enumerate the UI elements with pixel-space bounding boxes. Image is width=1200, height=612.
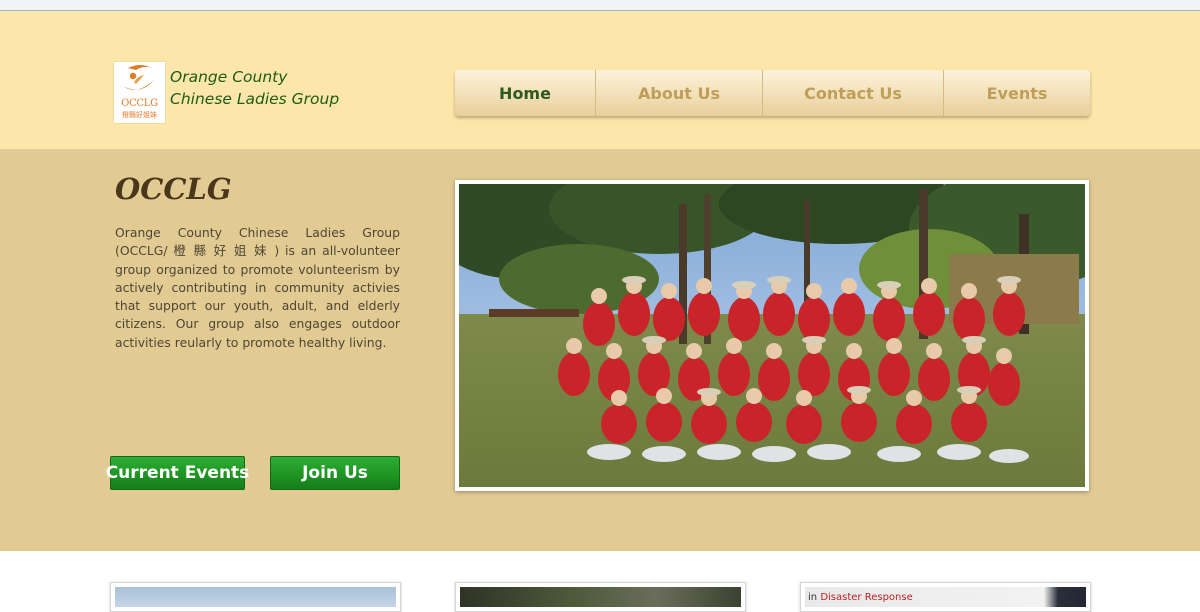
thumbnail-caption: in Disaster Response bbox=[808, 592, 913, 603]
logo-chinese-text: 橙縣好姐妹 bbox=[122, 111, 157, 119]
site-logo[interactable]: OCCLG 橙縣好姐妹 bbox=[114, 62, 165, 123]
thumbnail-caption-text: Disaster Response bbox=[820, 592, 913, 603]
group-photo bbox=[455, 180, 1089, 491]
main-nav: Home About Us Contact Us Events bbox=[455, 70, 1090, 116]
nav-item-events[interactable]: Events bbox=[944, 70, 1090, 116]
browser-top-strip bbox=[0, 0, 1200, 11]
current-events-button[interactable]: Current Events bbox=[106, 456, 249, 490]
nav-item-home[interactable]: Home bbox=[455, 70, 596, 116]
site-title-line2: Chinese Ladies Group bbox=[170, 90, 340, 108]
site-title: Orange County Chinese Ladies Group bbox=[170, 66, 339, 110]
event-thumbnail-image: in Disaster Response bbox=[805, 587, 1086, 607]
page-title: OCCLG bbox=[115, 172, 232, 206]
join-us-button[interactable]: Join Us bbox=[270, 456, 400, 490]
logo-abbreviation: OCCLG bbox=[121, 98, 158, 109]
event-thumbnail-2[interactable] bbox=[455, 582, 746, 612]
event-thumbnail-image bbox=[115, 587, 396, 607]
thumbnail-caption-lead: in bbox=[808, 592, 818, 603]
event-thumbnail-3[interactable]: in Disaster Response bbox=[800, 582, 1091, 612]
group-photo-image bbox=[459, 184, 1085, 487]
occlg-logo-icon bbox=[123, 65, 154, 90]
site-title-line1: Orange County bbox=[170, 68, 288, 86]
nav-item-contact-us[interactable]: Contact Us bbox=[763, 70, 944, 116]
event-thumbnail-image bbox=[460, 587, 741, 607]
nav-item-about-us[interactable]: About Us bbox=[596, 70, 763, 116]
intro-paragraph: Orange County Chinese Ladies Group (OCCL… bbox=[115, 225, 400, 350]
event-thumbnail-1[interactable] bbox=[110, 582, 401, 612]
